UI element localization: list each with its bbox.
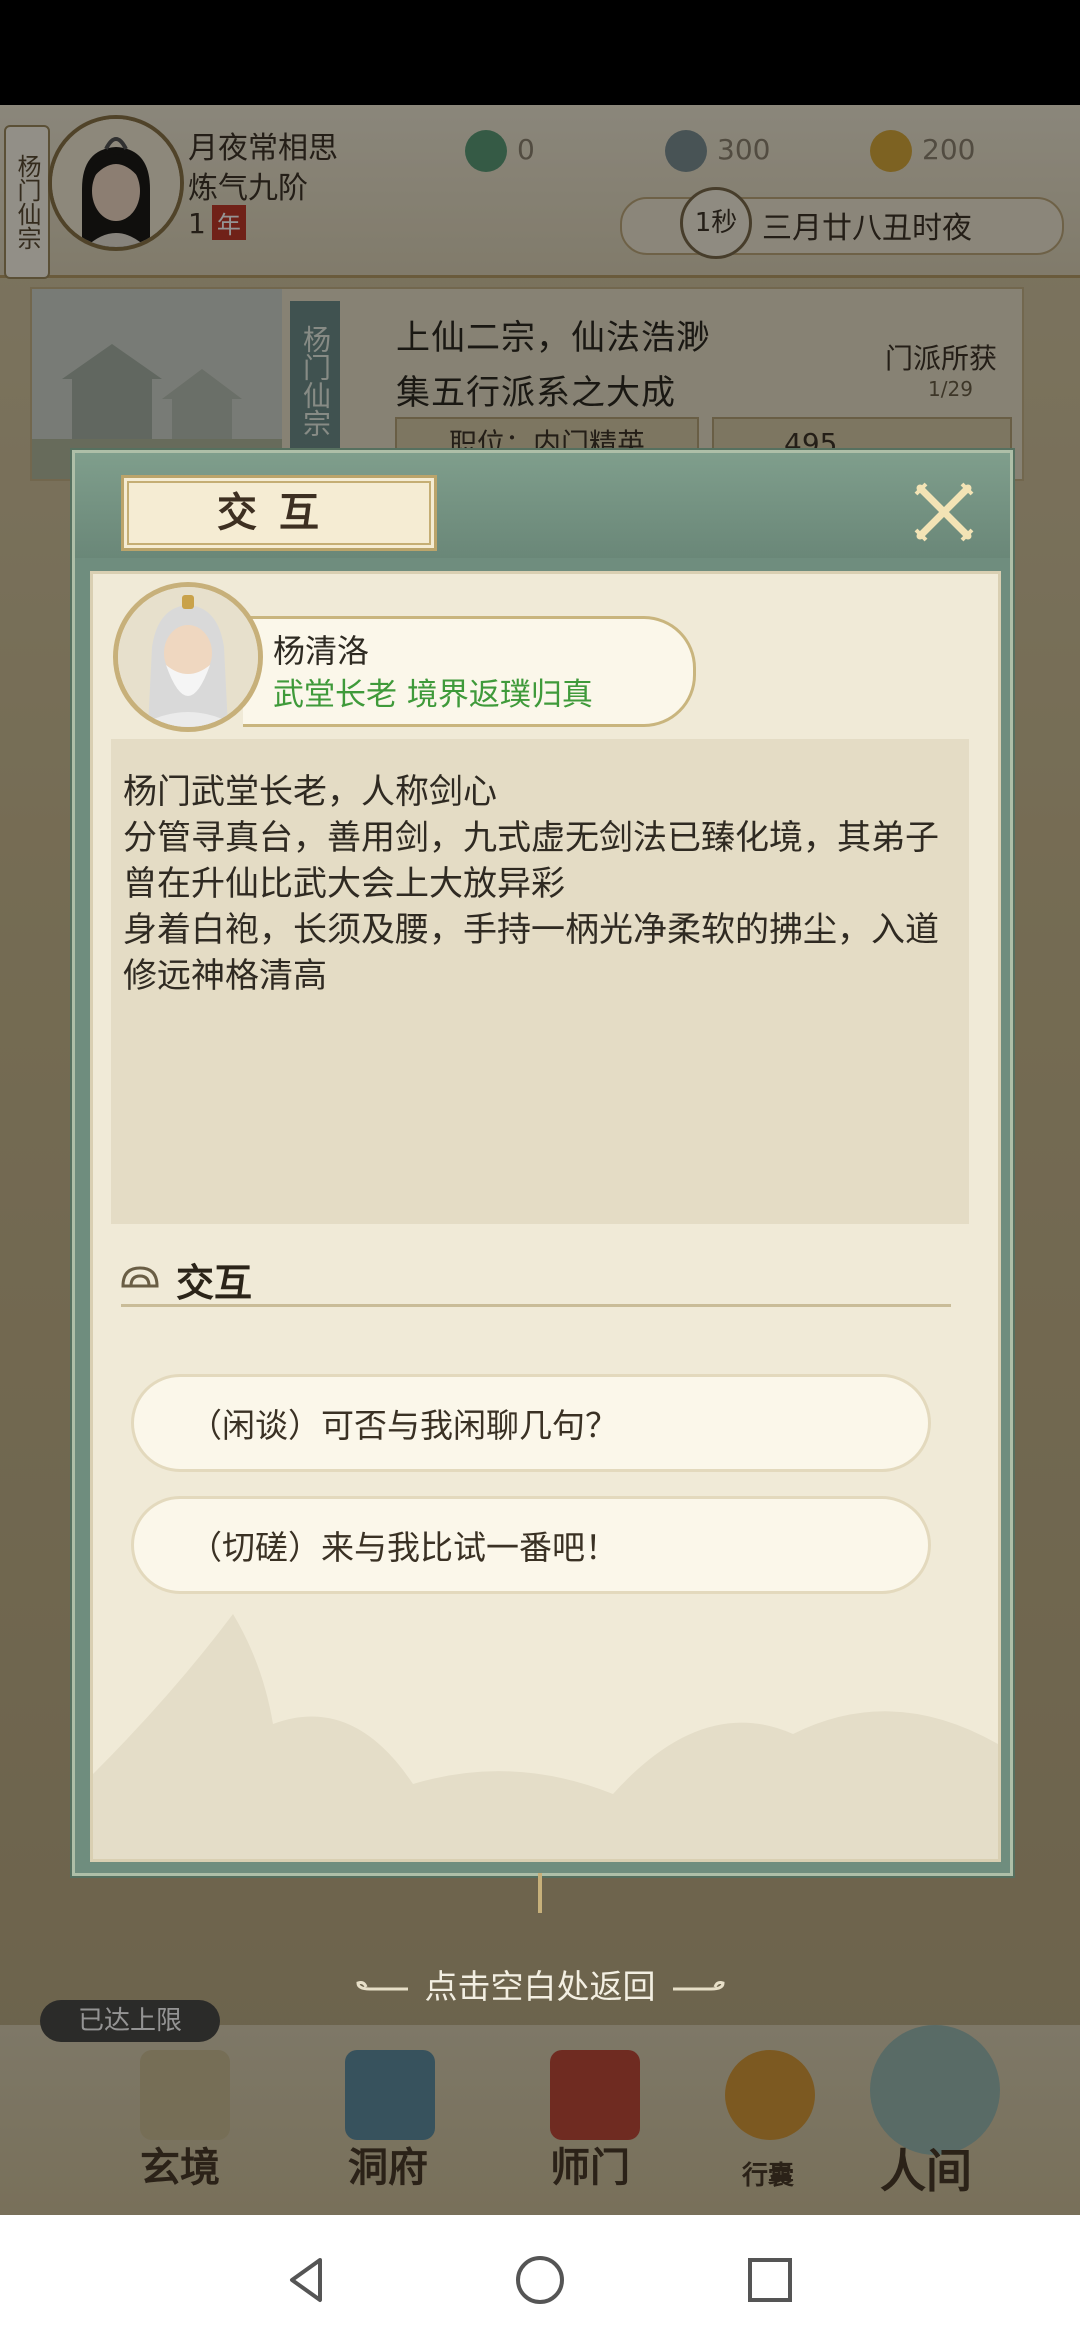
npc-description: 杨门武堂长老，人称剑心 分管寻真台，善用剑，九式虚无剑法已臻化境，其弟子曾在升仙… <box>123 769 963 999</box>
npc-portrait <box>113 582 263 732</box>
close-button[interactable] <box>910 478 978 546</box>
system-nav-bar <box>0 2215 1080 2340</box>
return-hint-text: 点击空白处返回 <box>424 1967 656 2006</box>
game-screen: 杨门仙宗 月夜常相思 炼气九阶 1年 0 300 200 1秒 三月廿八丑时夜 … <box>0 105 1080 2215</box>
npc-name: 杨清洛 <box>273 632 370 670</box>
cloud-ornament-icon <box>121 1266 159 1288</box>
ink-mountain-decoration <box>93 1614 998 1859</box>
npc-desc-line: 杨门武堂长老，人称剑心 <box>123 772 497 812</box>
swirl-left-icon <box>355 1980 408 1990</box>
dialog-title: 交互 <box>217 489 341 536</box>
home-button[interactable] <box>510 2250 570 2310</box>
option-chat[interactable]: （闲谈）可否与我闲聊几句？ <box>131 1374 931 1472</box>
back-triangle-icon <box>290 2258 322 2302</box>
home-circle-icon <box>516 2256 564 2304</box>
section-label: 交互 <box>176 1260 253 1305</box>
pin-ornament-icon <box>538 1873 542 1913</box>
npc-description-box: 杨门武堂长老，人称剑心 分管寻真台，善用剑，九式虚无剑法已臻化境，其弟子曾在升仙… <box>111 739 969 1224</box>
npc-desc-line: 身着白袍，长须及腰，手持一柄光净柔软的拂尘，入道修远神格清高 <box>123 910 939 996</box>
dialog-header: 交互 <box>75 453 1010 558</box>
interaction-section-header: 交互 <box>121 1244 951 1307</box>
return-hint: 点击空白处返回 <box>0 1960 1080 2008</box>
elder-portrait-icon <box>118 587 258 727</box>
npc-desc-line: 分管寻真台，善用剑，九式虚无剑法已臻化境，其弟子曾在升仙比武大会上大放异彩 <box>123 818 939 904</box>
recents-button[interactable] <box>740 2250 800 2310</box>
interaction-dialog: 交互 杨清洛 武堂长老 境界返璞归真 杨门武堂长老，人称剑心 分管寻真台，善用剑… <box>72 450 1013 1913</box>
dialog-title-plate: 交互 <box>121 475 437 551</box>
swirl-right-icon <box>672 1980 725 1990</box>
recents-square-icon <box>748 2258 792 2302</box>
dialog-body: 杨清洛 武堂长老 境界返璞归真 杨门武堂长老，人称剑心 分管寻真台，善用剑，九式… <box>90 571 1001 1862</box>
back-button[interactable] <box>278 2250 338 2310</box>
npc-title: 武堂长老 境界返璞归真 <box>273 677 593 713</box>
close-icon <box>914 482 974 542</box>
